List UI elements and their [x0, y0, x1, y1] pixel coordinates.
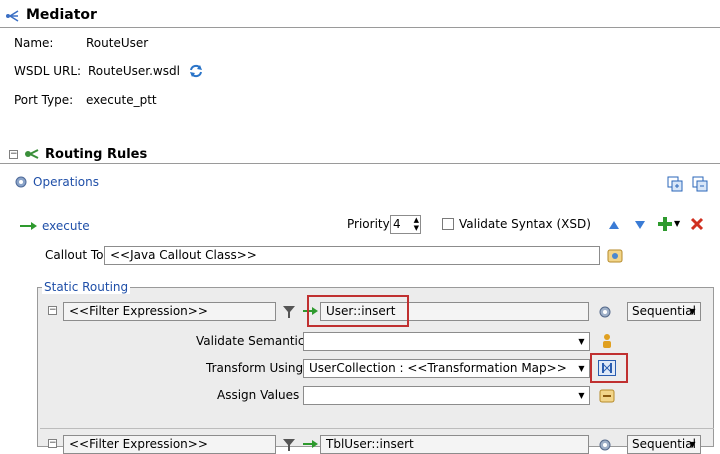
validate-semantic-label: Validate Semantic: [196, 334, 305, 348]
operation-arrow-icon: [20, 220, 38, 230]
rule2-target-arrow-icon: [303, 438, 319, 448]
chevron-down-icon: ▼: [689, 307, 696, 316]
assign-values-combo[interactable]: ▼: [303, 386, 590, 405]
rule-divider: [40, 428, 714, 429]
validate-syntax-checkbox[interactable]: [442, 218, 454, 230]
callout-input[interactable]: <<Java Callout Class>>: [104, 246, 600, 265]
mediator-divider: [0, 27, 720, 28]
name-label: Name:: [14, 36, 54, 50]
validate-syntax-label: Validate Syntax (XSD): [459, 217, 591, 231]
priority-spinner[interactable]: 4 ▲ ▼: [390, 215, 421, 234]
callout-label: Callout To: [45, 248, 104, 262]
delete-rule-icon[interactable]: [689, 216, 705, 232]
assign-values-label: Assign Values: [217, 388, 300, 402]
rule2-settings-gear-icon[interactable]: [597, 437, 613, 453]
transform-value: UserCollection : <<Transformation Map>>: [309, 361, 567, 375]
routing-rules-title: Routing Rules: [45, 147, 148, 162]
chevron-down-icon: ▼: [578, 391, 585, 400]
add-rule-icon[interactable]: [657, 216, 673, 232]
rule2-filter-input[interactable]: <<Filter Expression>>: [63, 435, 276, 454]
transform-label: Transform Using: [206, 361, 304, 375]
mediator-title: Mediator: [26, 7, 97, 23]
chevron-down-icon: ▼: [578, 337, 585, 346]
rule1-settings-gear-icon[interactable]: [597, 304, 613, 320]
routing-divider: [0, 163, 720, 164]
assign-values-icon[interactable]: [599, 388, 615, 404]
collapse-all-icon[interactable]: [692, 176, 708, 192]
rule1-collapse-toggle[interactable]: −: [48, 306, 57, 315]
chevron-down-icon: ▼: [578, 364, 585, 373]
rule2-collapse-toggle[interactable]: −: [48, 439, 57, 448]
routing-collapse-toggle[interactable]: −: [9, 150, 18, 159]
rule1-filter-input[interactable]: <<Filter Expression>>: [63, 302, 276, 321]
porttype-value: execute_ptt: [86, 93, 157, 107]
filter-icon[interactable]: [281, 304, 297, 320]
static-routing-label: Static Routing: [42, 280, 131, 294]
rule2-target-field[interactable]: TblUser::insert: [320, 435, 589, 454]
name-value: RouteUser: [86, 36, 149, 50]
validate-semantic-user-icon[interactable]: [599, 333, 615, 349]
priority-value: 4: [393, 217, 401, 231]
rule2-execution-select[interactable]: Sequential ▼: [627, 435, 701, 454]
rule2-filter-icon[interactable]: [281, 437, 297, 453]
routing-rules-icon: [24, 146, 40, 162]
wsdl-value: RouteUser.wsdl: [88, 64, 180, 78]
mediator-icon: [5, 8, 21, 24]
expand-all-icon[interactable]: [667, 176, 683, 192]
operation-execute-link[interactable]: execute: [42, 219, 90, 233]
porttype-label: Port Type:: [14, 93, 74, 107]
refresh-wsdl-icon[interactable]: [188, 63, 204, 79]
gear-icon: [14, 175, 28, 189]
transformation-map-icon[interactable]: [598, 360, 616, 376]
wsdl-label: WSDL URL:: [14, 64, 82, 78]
transform-combo[interactable]: UserCollection : <<Transformation Map>> …: [303, 359, 590, 378]
validate-semantic-combo[interactable]: ▼: [303, 332, 590, 351]
operations-link[interactable]: Operations: [33, 175, 99, 189]
move-down-icon[interactable]: [632, 217, 648, 233]
spinner-arrows-icon[interactable]: ▲ ▼: [414, 216, 419, 232]
target-highlight-box: [307, 295, 409, 327]
add-rule-dropdown-icon[interactable]: ▼: [674, 219, 680, 228]
chevron-down-icon: ▼: [689, 440, 696, 449]
move-up-icon[interactable]: [606, 217, 622, 233]
priority-label: Priority: [347, 217, 390, 231]
rule1-execution-select[interactable]: Sequential ▼: [627, 302, 701, 321]
browse-callout-icon[interactable]: [607, 248, 623, 264]
